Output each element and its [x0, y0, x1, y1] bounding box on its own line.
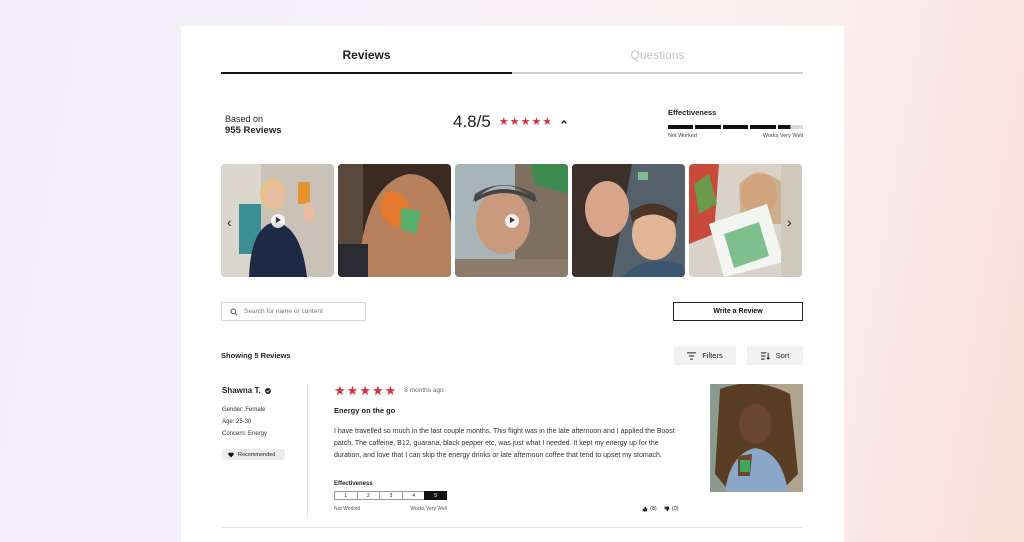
- reviewer-photo-image: [710, 384, 803, 492]
- sort-icon: [760, 351, 770, 360]
- star-icon: ★: [371, 383, 384, 398]
- review-divider: [307, 386, 308, 517]
- star-icon: ★: [359, 383, 371, 398]
- scale-cell: 4: [401, 491, 425, 500]
- effectiveness-segment: [722, 125, 749, 129]
- scale-low-label: Not Worked: [334, 506, 361, 512]
- thumbs-up-icon: [642, 506, 648, 512]
- woman-child-image: [572, 164, 685, 277]
- verified-icon: [264, 387, 271, 394]
- effectiveness-labels: Not Worked Works Very Well: [668, 133, 803, 139]
- recommended-badge: Recommended: [222, 449, 285, 460]
- star-icon: ★: [520, 115, 531, 128]
- chevron-right-icon[interactable]: ›: [787, 215, 792, 229]
- reviewer-concern: Concern: Energy: [222, 431, 268, 437]
- review-item: Shawna T. Gender: Female Age: 25-30 Conc…: [221, 384, 803, 528]
- review-time: 8 months ago: [404, 387, 444, 394]
- reviewer-gender: Gender: Female: [222, 407, 266, 413]
- filters-button[interactable]: Filters: [674, 346, 736, 365]
- effectiveness-bar: [668, 125, 804, 129]
- review-votes: (8) (0): [642, 506, 678, 512]
- star-icon: ★: [509, 115, 520, 128]
- rating-value: 4.8/5: [453, 112, 491, 131]
- reviewer: Shawna T.: [222, 386, 271, 395]
- chevron-up-icon[interactable]: [560, 118, 568, 126]
- gallery-photo-4[interactable]: [572, 164, 685, 277]
- write-review-button[interactable]: Write a Review: [673, 302, 803, 321]
- tab-reviews[interactable]: Reviews: [221, 48, 512, 62]
- helpful-button[interactable]: (8): [642, 506, 657, 512]
- patch-on-arm-image: [338, 164, 451, 277]
- star-icon: ★: [384, 383, 397, 398]
- unhelpful-count: (0): [671, 506, 679, 512]
- reviewer-name: Shawna T.: [222, 386, 261, 395]
- gallery-photo-3[interactable]: [455, 164, 568, 277]
- based-on-label: Based on: [225, 114, 264, 124]
- partial-star-icon: ★: [542, 115, 553, 128]
- play-icon[interactable]: [270, 213, 285, 228]
- effectiveness-segment: [777, 125, 804, 129]
- sort-label: Sort: [775, 351, 790, 360]
- review-effectiveness-title: Effectiveness: [334, 481, 373, 487]
- product-package-image: [689, 164, 802, 277]
- filters-label: Filters: [702, 351, 723, 360]
- effectiveness-segment: [668, 125, 694, 129]
- reviews-card: Reviews Questions Based on 955 Reviews 4…: [181, 26, 844, 542]
- chevron-left-icon[interactable]: ‹: [227, 215, 232, 229]
- search-icon: [230, 307, 238, 316]
- active-tab-underline: [221, 72, 512, 74]
- reviewer-age: Age: 25-30: [222, 419, 252, 425]
- thumbs-down-icon: [664, 506, 670, 512]
- unhelpful-button[interactable]: (0): [664, 506, 679, 512]
- photo-gallery: ‹ ›: [221, 164, 802, 277]
- tab-questions[interactable]: Questions: [512, 48, 803, 62]
- scale-cell-selected: 5: [424, 491, 447, 500]
- effectiveness-summary: Effectiveness Not Worked Works Very Well: [668, 108, 804, 139]
- scale-high-label: Works Very Well: [410, 506, 448, 512]
- effectiveness-low-label: Not Worked: [668, 133, 697, 139]
- heart-icon: [228, 452, 234, 457]
- rating-stars: ★ ★ ★ ★ ★: [498, 115, 553, 128]
- star-icon: ★: [334, 383, 346, 398]
- review-count-summary: Based on 955 Reviews: [225, 114, 282, 136]
- tab-underline: [512, 72, 803, 74]
- effectiveness-title: Effectiveness: [668, 108, 717, 117]
- scale-cell: 3: [379, 491, 402, 500]
- play-icon[interactable]: [504, 213, 519, 228]
- showing-count: Showing 5 Reviews: [221, 351, 291, 360]
- recommended-label: Recommended: [238, 451, 276, 458]
- effectiveness-segment: [750, 125, 776, 129]
- search-input[interactable]: [244, 308, 354, 315]
- gallery-photo-2[interactable]: [338, 164, 451, 277]
- scale-cell: 2: [356, 491, 380, 500]
- star-icon: ★: [531, 115, 542, 128]
- overall-rating[interactable]: 4.8/5 ★ ★ ★ ★ ★: [453, 112, 568, 132]
- effectiveness-high-label: Works Very Well: [762, 133, 803, 139]
- review-body: I have travelled so much in the last cou…: [334, 428, 675, 459]
- review-stars: ★ ★ ★ ★ ★ 8 months ago: [334, 384, 444, 397]
- star-icon: ★: [346, 383, 359, 398]
- sort-button[interactable]: Sort: [747, 346, 803, 365]
- star-icon: ★: [498, 115, 509, 128]
- review-photo[interactable]: [710, 384, 803, 492]
- tab-bar: Reviews Questions: [221, 26, 803, 75]
- review-separator: [221, 527, 803, 528]
- filter-icon: [687, 351, 697, 360]
- review-count: 955 Reviews: [225, 125, 282, 136]
- gallery-photo-1[interactable]: [221, 164, 334, 277]
- review-title: Energy on the go: [334, 406, 396, 415]
- helpful-count: (8): [650, 506, 657, 512]
- search-box[interactable]: [221, 302, 366, 321]
- scale-cell: 1: [334, 491, 357, 500]
- effectiveness-segment: [695, 125, 721, 129]
- effectiveness-scale: 1 2 3 4 5: [334, 491, 447, 500]
- scale-labels: Not Worked Works Very Well: [334, 506, 447, 512]
- gallery-photo-5[interactable]: [689, 164, 802, 277]
